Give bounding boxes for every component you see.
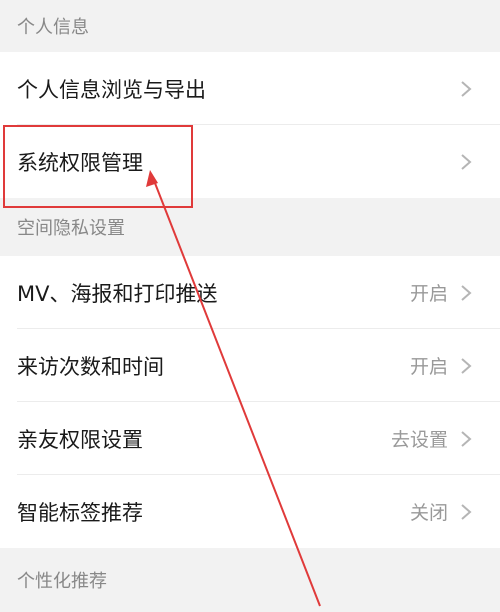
row-label: 系统权限管理	[17, 150, 143, 175]
chevron-right-icon	[461, 153, 472, 170]
privacy-settings-page: 个人信息 个人信息浏览与导出 系统权限管理 空间隐私设置 MV、海报和打印推送 …	[0, 0, 500, 612]
section-header-personal-info: 个人信息	[0, 0, 500, 52]
row-value: 开启	[409, 356, 448, 378]
row-label: MV、海报和打印推送	[17, 281, 218, 306]
row-label: 智能标签推荐	[17, 500, 143, 525]
section-header-label: 个性化推荐	[17, 571, 107, 592]
row-smart-tag-recommend[interactable]: 智能标签推荐 关闭	[0, 475, 500, 548]
chevron-right-icon	[461, 284, 472, 301]
section-header-label: 空间隐私设置	[17, 218, 125, 239]
row-label: 亲友权限设置	[17, 427, 143, 452]
chevron-right-icon	[461, 430, 472, 447]
row-visit-count-time[interactable]: 来访次数和时间 开启	[0, 329, 500, 402]
row-personal-info-export[interactable]: 个人信息浏览与导出	[0, 52, 500, 125]
row-label: 个人信息浏览与导出	[17, 77, 206, 102]
row-value: 去设置	[390, 429, 448, 451]
row-value: 关闭	[409, 502, 448, 524]
row-value: 开启	[409, 283, 448, 305]
chevron-right-icon	[461, 80, 472, 97]
chevron-right-icon	[461, 503, 472, 520]
row-system-permissions[interactable]: 系统权限管理	[0, 125, 500, 198]
chevron-right-icon	[461, 357, 472, 374]
row-mv-poster-push[interactable]: MV、海报和打印推送 开启	[0, 256, 500, 329]
row-family-permissions[interactable]: 亲友权限设置 去设置	[0, 402, 500, 475]
section-header-space-privacy: 空间隐私设置	[0, 198, 500, 256]
section-header-label: 个人信息	[17, 17, 89, 38]
section-header-personalized-recommend: 个性化推荐	[0, 548, 500, 612]
row-label: 来访次数和时间	[17, 354, 164, 379]
